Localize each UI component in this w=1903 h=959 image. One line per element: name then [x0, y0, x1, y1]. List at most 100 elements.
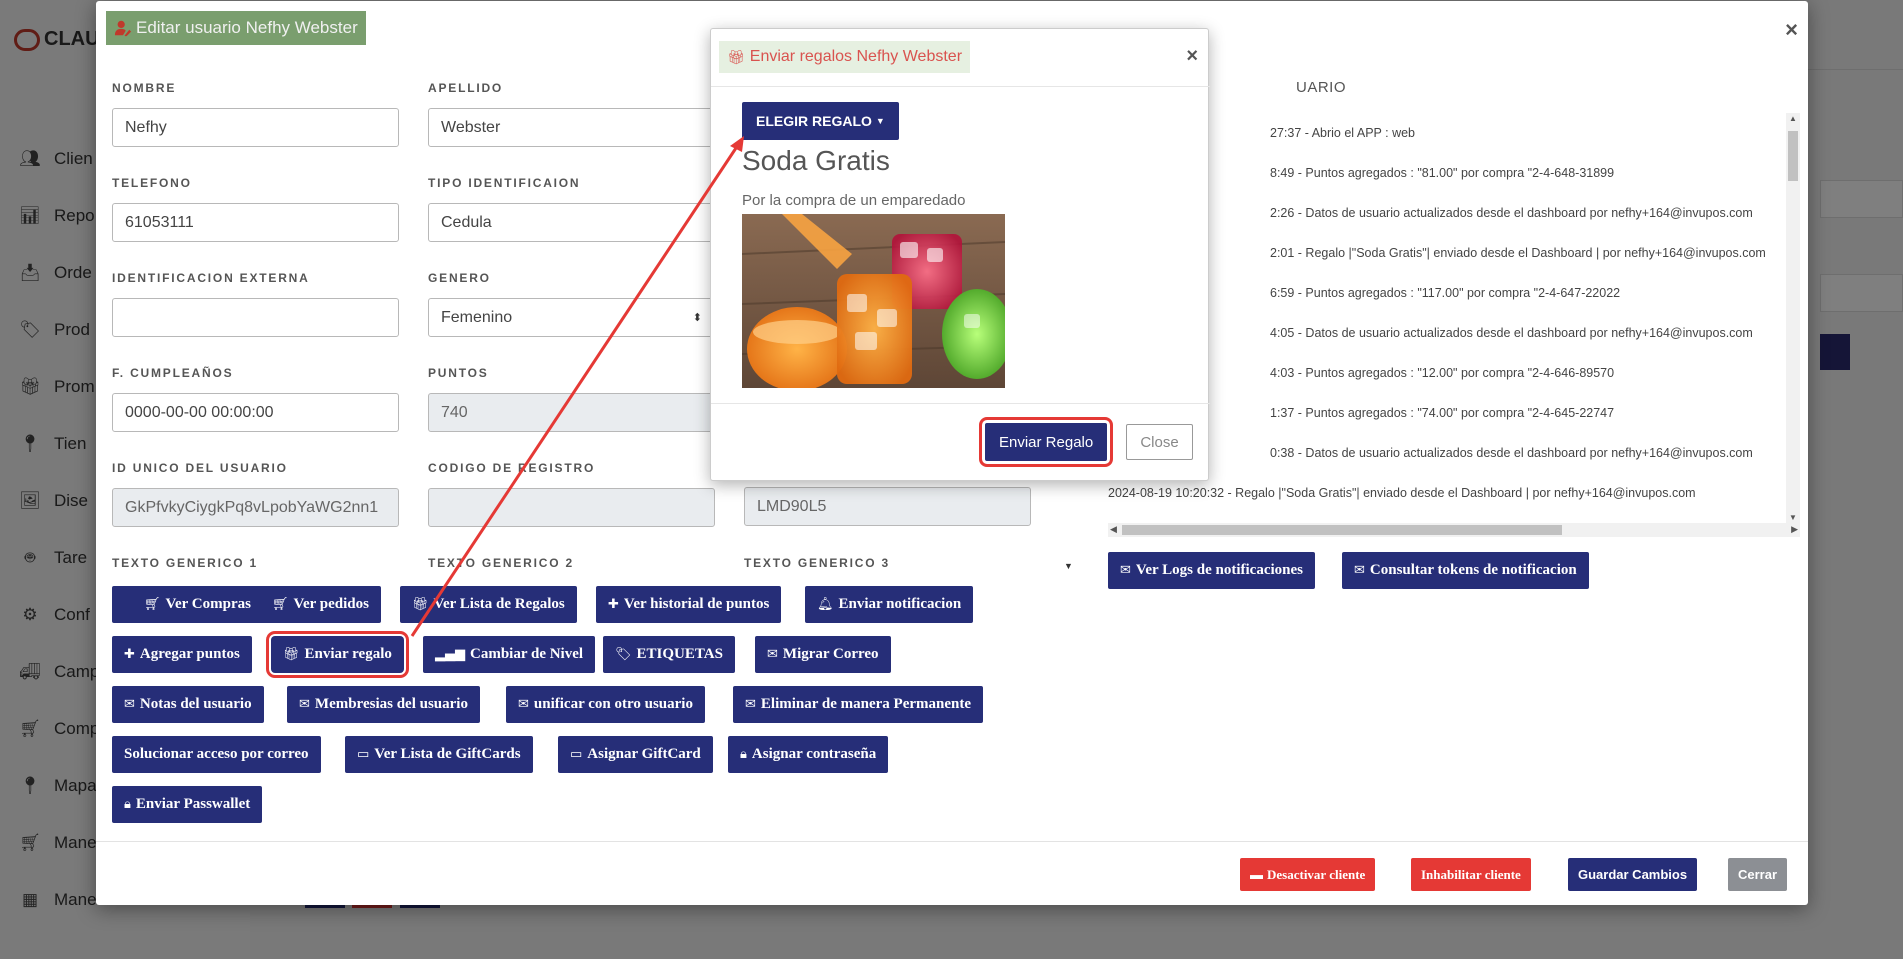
elegir-regalo-label: ELEGIR REGALO: [756, 113, 872, 129]
plus-icon: ✚: [124, 647, 135, 662]
label-cumpleanos: F. CUMPLEAÑOS: [112, 366, 234, 380]
lock-icon: 🔒︎: [124, 797, 131, 812]
envelope-icon: ✉: [1120, 563, 1131, 578]
envelope-icon: ✉: [299, 697, 310, 712]
gift-modal-title: 🎁︎ Enviar regalos Nefhy Webster: [719, 41, 971, 73]
cambiar-nivel-button[interactable]: ▂▄▆ Cambiar de Nivel: [423, 636, 596, 673]
credit-card-icon: ▭: [357, 747, 370, 762]
scroll-up-icon[interactable]: ▲: [1789, 114, 1797, 123]
log-entry: 4:05 - Datos de usuario actualizados des…: [1270, 326, 1753, 340]
envelope-icon: ✉: [745, 697, 756, 712]
modal-close-icon[interactable]: ×: [1785, 17, 1798, 43]
gift-modal-close-icon[interactable]: ×: [1186, 45, 1198, 68]
envelope-icon: ✉: [518, 697, 529, 712]
enviar-passwallet-button[interactable]: 🔒︎ Enviar Passwallet: [112, 786, 263, 823]
etiquetas-button[interactable]: 🏷︎ ETIQUETAS: [603, 636, 735, 673]
elegir-regalo-dropdown[interactable]: ELEGIR REGALO ▼: [742, 102, 899, 140]
cerrar-button[interactable]: Cerrar: [1728, 858, 1788, 891]
gift-modal-close-button[interactable]: Close: [1126, 424, 1193, 460]
field-cumpleanos: F. CUMPLEAÑOS 0000-00-00 00:00:00: [112, 366, 399, 432]
asignar-contrasena-button[interactable]: 🔒︎ Asignar contraseña: [728, 736, 889, 773]
logs-vertical-scrollbar[interactable]: ▲ ▼: [1786, 113, 1800, 523]
scroll-left-icon[interactable]: ◀: [1110, 524, 1117, 535]
log-entry: 2024-08-19 10:20:32 - Regalo |"Soda Grat…: [1108, 486, 1696, 500]
consultar-tokens-label: Consultar tokens de notificacion: [1369, 562, 1577, 578]
ver-logs-label: Ver Logs de notificaciones: [1135, 562, 1303, 578]
input-puntos: 740: [428, 393, 715, 432]
gift-name: Soda Gratis: [742, 145, 890, 176]
notas-usuario-button[interactable]: ✉ Notas del usuario: [112, 686, 264, 723]
label-telefono: TELEFONO: [112, 176, 192, 190]
label-puntos: PUNTOS: [428, 366, 489, 380]
cerrar-label: Cerrar: [1738, 867, 1778, 882]
input-apellido[interactable]: Webster: [428, 108, 715, 147]
guardar-cambios-button[interactable]: Guardar Cambios: [1568, 858, 1698, 891]
ver-compras-label: Ver Compras: [165, 596, 251, 612]
ver-historial-puntos-label: Ver historial de puntos: [623, 596, 770, 612]
desactivar-cliente-button[interactable]: ▬ Desactivar cliente: [1240, 858, 1376, 891]
migrar-correo-label: Migrar Correo: [782, 646, 879, 662]
eliminar-permanente-button[interactable]: ✉ Eliminar de manera Permanente: [733, 686, 984, 723]
label-id-unico: ID UNICO DEL USUARIO: [112, 461, 288, 475]
select-genero[interactable]: Femenino ⬍: [428, 298, 715, 337]
envelope-icon: ✉: [1354, 563, 1365, 578]
enviar-regalo-button[interactable]: 🎁︎ Enviar regalo: [266, 631, 409, 678]
label-identificacion-externa: IDENTIFICACION EXTERNA: [112, 271, 310, 285]
solucionar-acceso-button[interactable]: Solucionar acceso por correo: [112, 736, 321, 773]
scroll-down-icon[interactable]: ▼: [1789, 513, 1797, 522]
input-telefono[interactable]: 61053111: [112, 203, 399, 242]
unificar-usuario-button[interactable]: ✉ unificar con otro usuario: [506, 686, 705, 723]
ver-pedidos-button[interactable]: 🛒︎ Ver pedidos: [260, 586, 381, 623]
modal-title-text: Editar usuario Nefhy Webster: [136, 18, 358, 37]
ver-historial-puntos-button[interactable]: ✚ Ver historial de puntos: [596, 586, 782, 623]
gift-icon: 🎁︎: [283, 647, 300, 662]
inhabilitar-cliente-button[interactable]: Inhabilitar cliente: [1411, 858, 1531, 891]
log-entry: 2:26 - Datos de usuario actualizados des…: [1270, 206, 1753, 220]
enviar-regalo-label: Enviar regalo: [304, 646, 392, 662]
asignar-contrasena-label: Asignar contraseña: [751, 746, 877, 762]
field-tercer: LMD90L5: [744, 487, 1031, 526]
ver-lista-regalos-button[interactable]: 🎁︎ Ver Lista de Regalos: [400, 586, 577, 623]
log-entry: 2:01 - Regalo |"Soda Gratis"| enviado de…: [1270, 246, 1766, 260]
logs-horizontal-scrollbar[interactable]: ◀ ▶: [1108, 523, 1800, 537]
input-tipo-identificacion[interactable]: Cedula: [428, 203, 715, 242]
select-genero-value: Femenino: [441, 308, 513, 326]
consultar-tokens-button[interactable]: ✉ Consultar tokens de notificacion: [1342, 552, 1589, 589]
input-cumpleanos[interactable]: 0000-00-00 00:00:00: [112, 393, 399, 432]
logs-title: UARIO: [1296, 79, 1347, 96]
field-genero: GENERO Femenino ⬍: [428, 271, 715, 337]
scroll-thumb[interactable]: [1122, 525, 1562, 535]
envelope-icon: ✉: [124, 697, 135, 712]
enviar-regalo-submit-label: Enviar Regalo: [999, 433, 1094, 451]
scroll-right-icon[interactable]: ▶: [1791, 524, 1798, 535]
enviar-regalo-submit-button[interactable]: Enviar Regalo: [978, 417, 1114, 467]
input-codigo-registro: [428, 488, 715, 527]
input-nombre[interactable]: Nefhy: [112, 108, 399, 147]
ver-pedidos-label: Ver pedidos: [293, 596, 369, 612]
lock-icon: 🔒︎: [740, 747, 747, 762]
scroll-down-icon[interactable]: ▼: [1064, 561, 1073, 571]
enviar-notificacion-label: Enviar notificacion: [838, 596, 962, 612]
field-id-unico: ID UNICO DEL USUARIO GkPfvkyCiygkPq8vLpo…: [112, 461, 399, 527]
soda-drinks-image: [742, 214, 1005, 388]
label-codigo-registro: CODIGO DE REGISTRO: [428, 461, 596, 475]
cart-icon: 🛒︎: [272, 597, 289, 612]
label-texto-generico-2: TEXTO GENERICO 2: [428, 556, 574, 570]
membresias-usuario-button[interactable]: ✉ Membresias del usuario: [287, 686, 480, 723]
tags-icon: 🏷︎: [615, 647, 632, 662]
cart-icon: 🛒︎: [144, 597, 161, 612]
scroll-thumb[interactable]: [1788, 131, 1798, 181]
asignar-giftcard-label: Asignar GiftCard: [587, 746, 701, 762]
ver-giftcards-button[interactable]: ▭ Ver Lista de GiftCards: [345, 736, 533, 773]
migrar-correo-button[interactable]: ✉ Migrar Correo: [755, 636, 891, 673]
caret-down-icon: ▼: [875, 116, 885, 126]
logs-list[interactable]: 27:37 - Abrio el APP : web 8:49 - Puntos …: [1108, 113, 1784, 523]
enviar-notificacion-button[interactable]: 🔔︎ Enviar notificacion: [805, 586, 974, 623]
input-identificacion-externa[interactable]: [112, 298, 399, 337]
asignar-giftcard-button[interactable]: ▭ Asignar GiftCard: [558, 736, 713, 773]
inhabilitar-cliente-label: Inhabilitar cliente: [1421, 866, 1521, 882]
enviar-passwallet-label: Enviar Passwallet: [135, 796, 251, 812]
ver-compras-button[interactable]: 🛒︎ Ver Compras: [112, 586, 283, 623]
ver-logs-notificaciones-button[interactable]: ✉ Ver Logs de notificaciones: [1108, 552, 1315, 589]
agregar-puntos-button[interactable]: ✚ Agregar puntos: [112, 636, 252, 673]
